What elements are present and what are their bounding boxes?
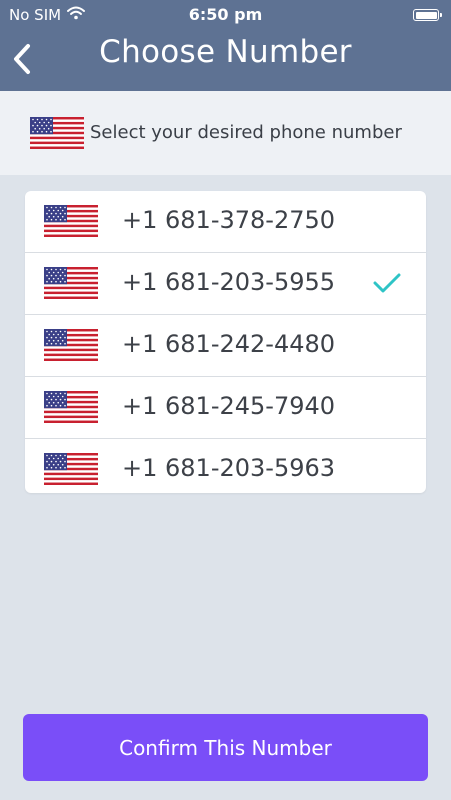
phone-number: +1 681-242-4480	[122, 330, 336, 358]
us-flag-icon	[44, 267, 98, 303]
number-row[interactable]: +1 681-378-2750	[25, 191, 426, 253]
us-flag-icon	[44, 329, 98, 365]
battery-icon	[413, 9, 442, 21]
instruction-text: Select your desired phone number	[90, 122, 402, 143]
instruction-bar: Select your desired phone number	[0, 91, 451, 175]
us-flag-icon	[44, 391, 98, 427]
phone-number: +1 681-378-2750	[122, 206, 336, 234]
confirm-number-button[interactable]: Confirm This Number	[23, 714, 428, 781]
phone-number: +1 681-245-7940	[122, 392, 336, 420]
number-row[interactable]: +1 681-203-5963	[25, 439, 426, 493]
status-time: 6:50 pm	[188, 5, 263, 24]
phone-number: +1 681-203-5955	[122, 268, 336, 296]
status-bar: No SIM 6:50 pm	[0, 0, 451, 30]
us-flag-icon	[30, 117, 84, 153]
page-title: Choose Number	[99, 34, 352, 70]
us-flag-icon	[44, 205, 98, 241]
checkmark-icon	[372, 271, 402, 299]
phone-number: +1 681-203-5963	[122, 454, 336, 482]
number-list: +1 681-378-2750 +1 681-203-5955 +1 681-2…	[25, 191, 426, 493]
us-flag-icon	[44, 453, 98, 489]
number-row[interactable]: +1 681-245-7940	[25, 377, 426, 439]
number-row[interactable]: +1 681-242-4480	[25, 315, 426, 377]
number-row[interactable]: +1 681-203-5955	[25, 253, 426, 315]
app-header: No SIM 6:50 pm Choose Number	[0, 0, 451, 91]
